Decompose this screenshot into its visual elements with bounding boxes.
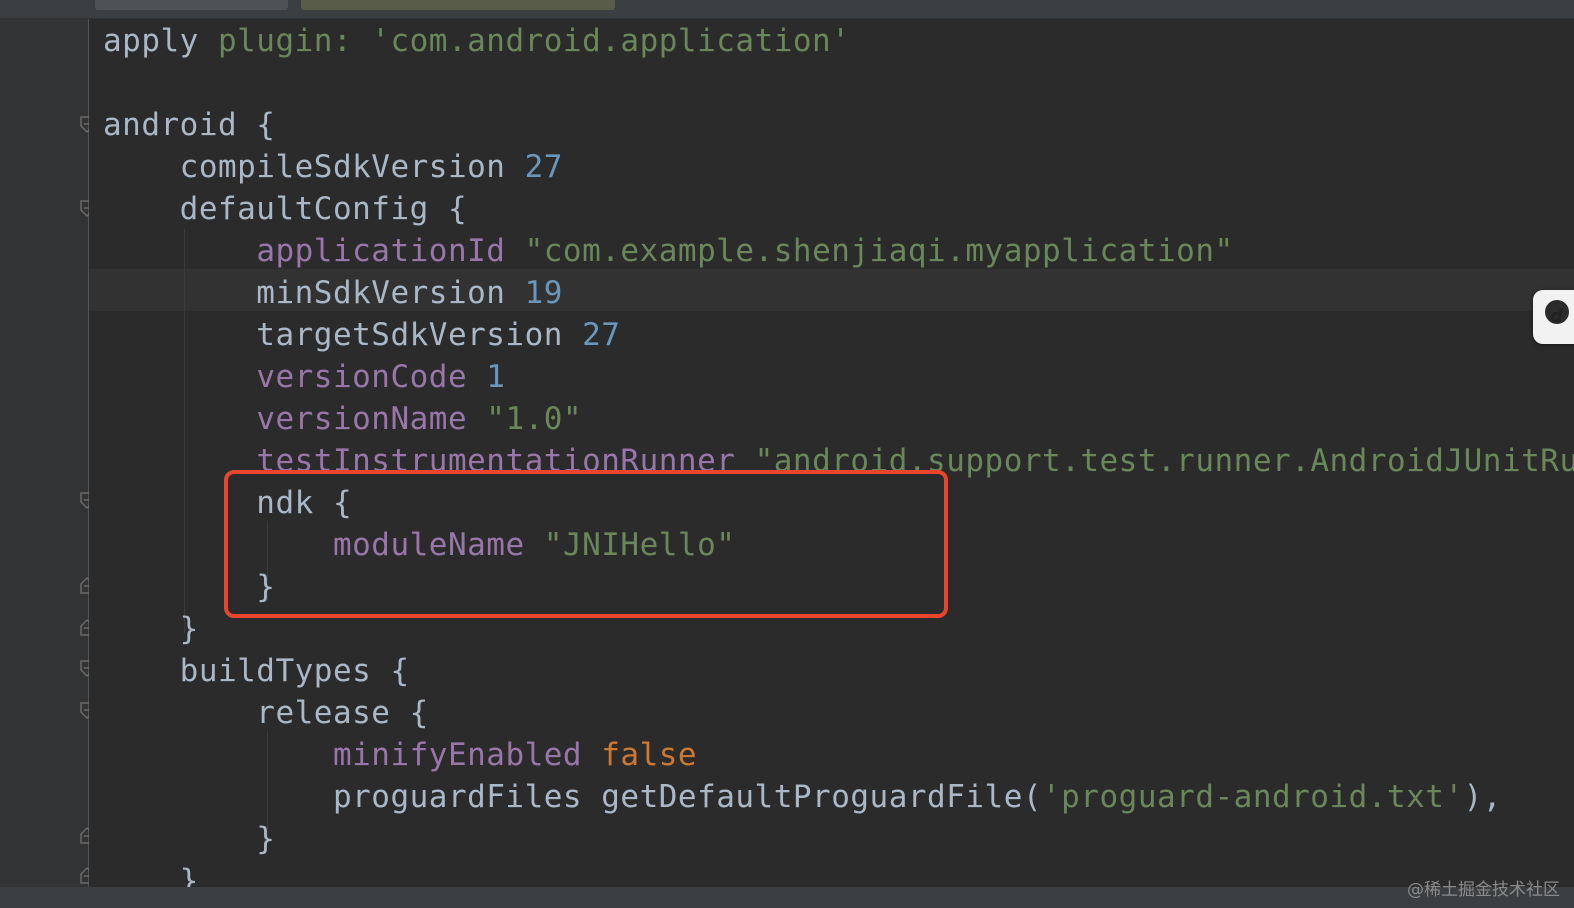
code-token: targetSdkVersion — [103, 317, 583, 353]
code-token: proguardFiles getDefaultProguardFile( — [103, 779, 1043, 815]
code-token: 1 — [486, 359, 506, 395]
code-token: minifyEnabled — [332, 737, 602, 773]
code-token: 'com.android.application' — [371, 23, 851, 59]
code-line[interactable]: minifyEnabled false — [103, 734, 697, 776]
code-editor[interactable]: apply plugin: 'com.android.application' a… — [89, 19, 1574, 887]
code-token: release { — [103, 695, 429, 731]
editor-tab-active[interactable] — [301, 0, 615, 10]
code-token: 19 — [524, 275, 563, 311]
code-line[interactable]: defaultConfig { — [103, 188, 467, 230]
code-token: 27 — [524, 149, 563, 185]
code-line[interactable]: proguardFiles getDefaultProguardFile('pr… — [103, 776, 1521, 818]
code-line[interactable]: versionName "1.0" — [103, 398, 582, 440]
line-gutter[interactable] — [0, 19, 88, 887]
code-line[interactable]: } — [103, 860, 199, 887]
code-token: android { — [103, 107, 276, 143]
code-token: buildTypes { — [103, 653, 410, 689]
code-token: } — [103, 863, 199, 887]
floating-extension-widget[interactable]: d — [1533, 290, 1574, 344]
code-token: defaultConfig { — [103, 191, 468, 227]
code-token: 'proguard-android.txt' — [1042, 779, 1464, 815]
code-token: "com.example.shenjiaqi.myapplication" — [524, 233, 1234, 269]
code-line[interactable]: minSdkVersion 19 — [103, 272, 563, 314]
code-line[interactable]: release { — [103, 692, 429, 734]
code-line[interactable]: } — [103, 818, 275, 860]
code-token: ), — [1463, 779, 1522, 815]
code-token: applicationId — [256, 233, 525, 269]
code-token: compileSdkVersion — [103, 149, 525, 185]
watermark: @稀土掘金技术社区 — [1407, 880, 1560, 900]
code-token: 27 — [582, 317, 621, 353]
editor-tab-bar — [0, 0, 1574, 19]
code-line[interactable]: targetSdkVersion 27 — [103, 314, 620, 356]
code-line[interactable]: versionCode 1 — [103, 356, 505, 398]
code-token: } — [103, 611, 199, 647]
annotation-highlight-box — [224, 470, 948, 618]
code-line[interactable]: android { — [103, 104, 275, 146]
code-token: minSdkVersion — [103, 275, 525, 311]
code-token: versionName — [256, 401, 487, 437]
editor-tab[interactable] — [95, 0, 288, 10]
code-line[interactable]: apply plugin: 'com.android.application' — [103, 20, 850, 62]
code-line[interactable]: } — [103, 608, 199, 650]
code-token: } — [103, 821, 276, 857]
code-token: false — [601, 737, 698, 773]
code-token: "1.0" — [486, 401, 583, 437]
code-token: plugin: — [217, 23, 372, 59]
status-bar — [0, 887, 1574, 908]
code-line[interactable]: buildTypes { — [103, 650, 410, 692]
widget-label: d — [1550, 306, 1563, 327]
code-line[interactable]: applicationId "com.example.shenjiaqi.mya… — [103, 230, 1234, 272]
code-token: apply — [103, 23, 218, 59]
code-token: versionCode — [256, 359, 487, 395]
code-line[interactable]: compileSdkVersion 27 — [103, 146, 563, 188]
